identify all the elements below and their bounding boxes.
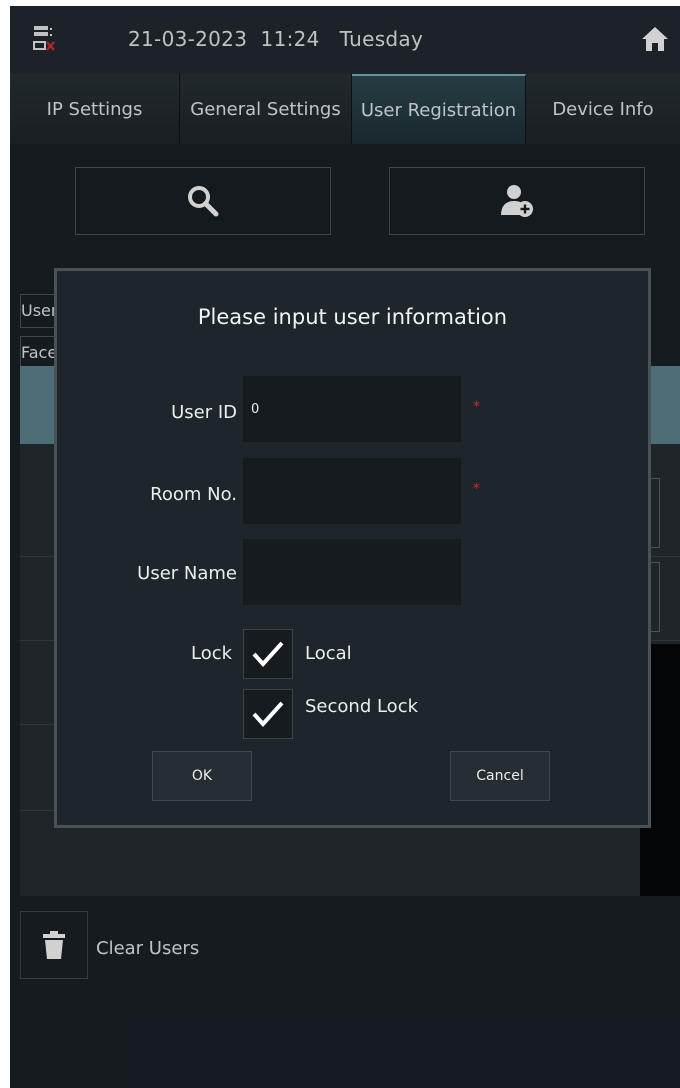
user-name-label: User Name <box>137 563 237 584</box>
dialog-title: Please input user information <box>197 305 508 329</box>
local-lock-checkbox[interactable] <box>243 629 293 679</box>
user-id-input[interactable] <box>243 376 461 442</box>
user-info-dialog: Please input user information User ID * … <box>54 268 651 828</box>
room-no-label: Room No. <box>150 484 237 505</box>
checkmark-icon <box>252 701 284 727</box>
user-name-input[interactable] <box>243 539 461 605</box>
room-no-required-mark: * <box>473 481 480 497</box>
checkmark-icon <box>252 641 284 667</box>
local-lock-label: Local <box>305 643 352 664</box>
second-lock-checkbox[interactable] <box>243 689 293 739</box>
user-id-required-mark: * <box>473 399 480 415</box>
ok-button[interactable]: OK <box>152 751 252 801</box>
room-no-input[interactable] <box>243 458 461 524</box>
lock-label: Lock <box>191 643 233 664</box>
screen: 21-03-2023 11:24 Tuesday IP Settings Gen… <box>10 6 680 1088</box>
user-id-label: User ID <box>171 402 237 423</box>
second-lock-label: Second Lock <box>305 696 419 717</box>
cancel-button[interactable]: Cancel <box>450 751 550 801</box>
